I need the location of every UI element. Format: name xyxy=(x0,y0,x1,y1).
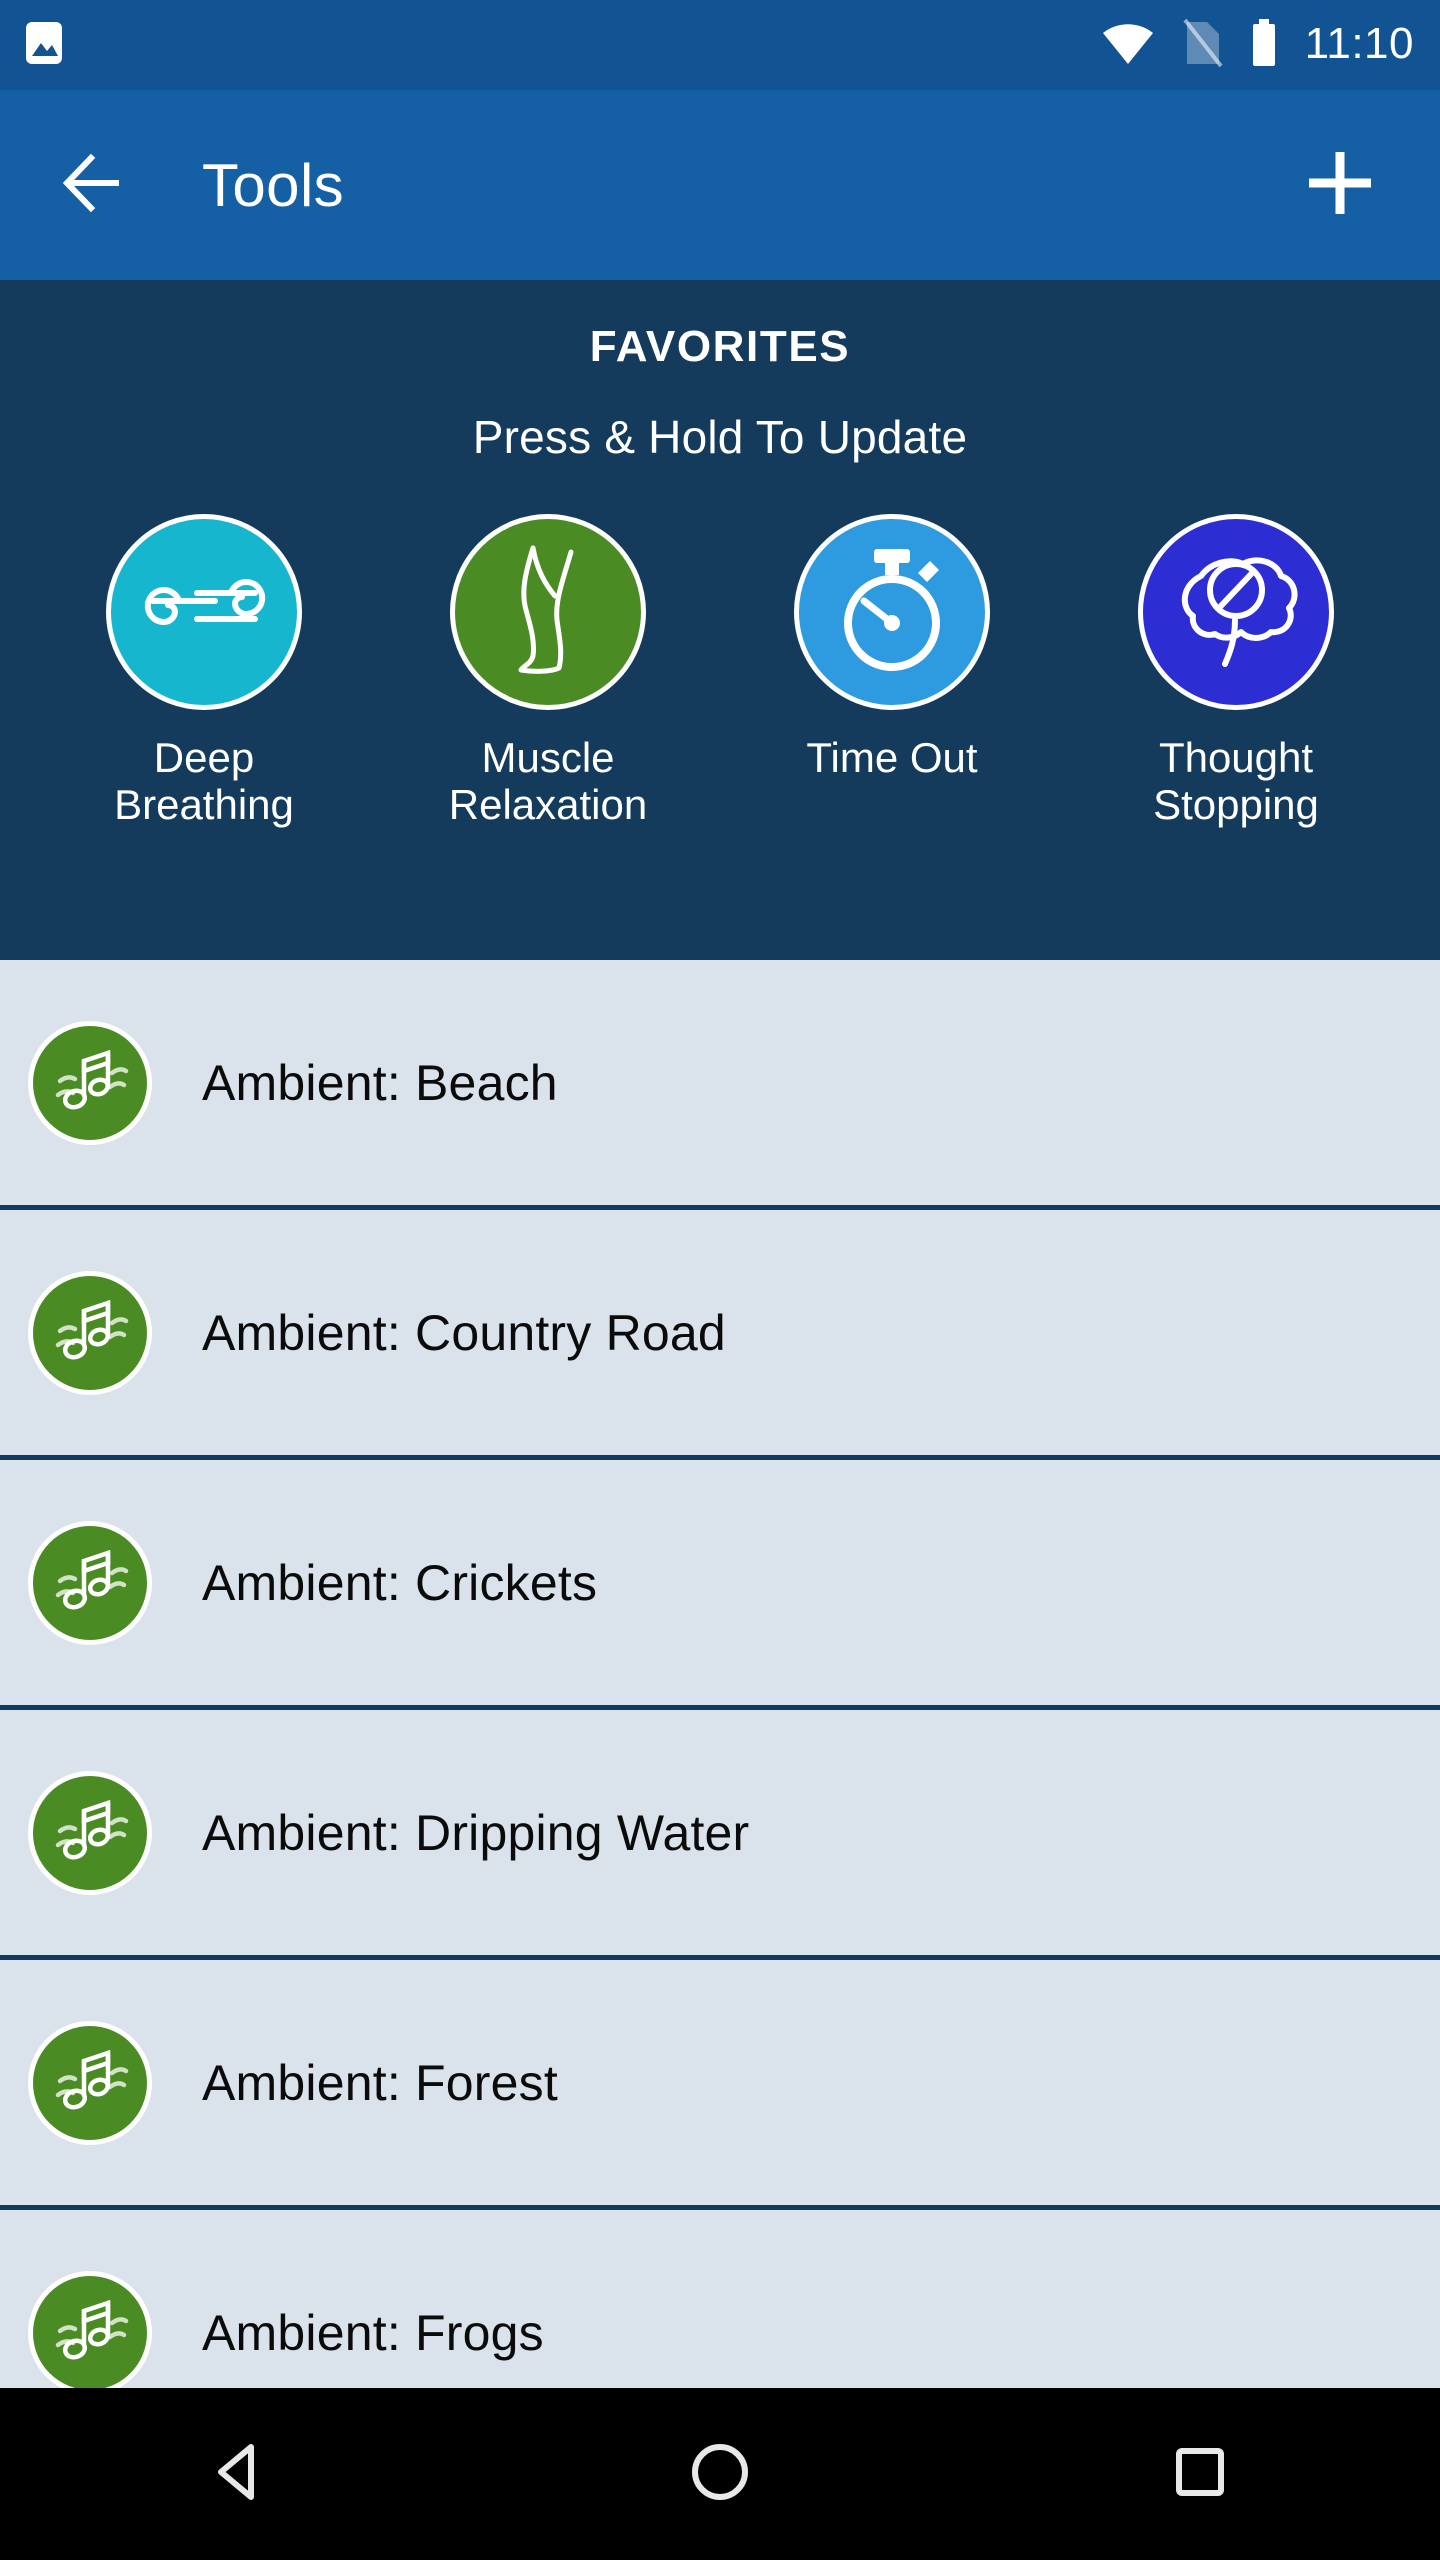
music-note-icon xyxy=(28,2020,152,2145)
list-item-label: Ambient: Dripping Water xyxy=(202,1804,750,1861)
favorite-icon-circle xyxy=(794,514,990,710)
status-bar-clock: 11:10 xyxy=(1304,18,1414,68)
status-bar: 11:10 xyxy=(0,0,1440,90)
favorites-panel: FAVORITES Press & Hold To Update Deep Br… xyxy=(0,280,1440,960)
wind-breath-icon xyxy=(139,555,269,670)
list-item-label: Ambient: Frogs xyxy=(202,2304,544,2361)
favorite-time-out[interactable]: Time Out xyxy=(720,514,1064,828)
brain-block-icon xyxy=(1165,542,1307,683)
favorites-row: Deep Breathing Muscle Relaxation Time Ou… xyxy=(0,514,1440,828)
android-navigation-bar xyxy=(0,2388,1440,2560)
music-note-icon xyxy=(28,1770,152,1895)
list-item[interactable]: Ambient: Forest xyxy=(0,1960,1440,2210)
list-item-label: Ambient: Beach xyxy=(202,1054,558,1111)
favorite-muscle-relaxation[interactable]: Muscle Relaxation xyxy=(376,514,720,828)
favorite-icon-circle xyxy=(106,514,302,710)
favorites-heading: FAVORITES xyxy=(589,322,851,371)
favorites-subheading: Press & Hold To Update xyxy=(472,411,968,463)
favorite-label: Thought Stopping xyxy=(1153,734,1319,829)
stopwatch-icon xyxy=(830,543,954,682)
music-note-icon xyxy=(28,2270,152,2395)
favorite-label: Deep Breathing xyxy=(114,734,294,829)
status-bar-indicators: 11:10 xyxy=(1101,18,1414,73)
favorite-label: Muscle Relaxation xyxy=(448,734,648,829)
nav-recents-button[interactable] xyxy=(1115,2389,1285,2559)
triangle-back-icon xyxy=(211,2441,269,2508)
list-item[interactable]: Ambient: Dripping Water xyxy=(0,1710,1440,1960)
list-item[interactable]: Ambient: Crickets xyxy=(0,1460,1440,1710)
nav-back-button[interactable] xyxy=(155,2389,325,2559)
favorite-label: Time Out xyxy=(806,734,978,781)
circle-home-icon xyxy=(689,2441,751,2508)
favorite-deep-breathing[interactable]: Deep Breathing xyxy=(32,514,376,828)
no-sim-icon xyxy=(1181,18,1223,73)
wifi-icon xyxy=(1101,20,1155,71)
favorite-icon-circle xyxy=(450,514,646,710)
list-item-label: Ambient: Forest xyxy=(202,2054,558,2111)
music-note-icon xyxy=(28,1520,152,1645)
music-note-icon xyxy=(28,1270,152,1395)
leg-icon xyxy=(493,540,603,685)
status-bar-notifications xyxy=(24,20,64,71)
list-item-label: Ambient: Country Road xyxy=(202,1304,726,1361)
music-note-icon xyxy=(28,1020,152,1145)
favorite-icon-circle xyxy=(1138,514,1334,710)
image-notification-icon xyxy=(24,20,64,71)
battery-full-icon xyxy=(1249,18,1279,73)
favorite-thought-stopping[interactable]: Thought Stopping xyxy=(1064,514,1408,828)
arrow-left-icon xyxy=(61,152,135,219)
app-screen: 11:10 Tools FAVORITES Press & Hold To Up… xyxy=(0,0,1440,2560)
list-item[interactable]: Ambient: Country Road xyxy=(0,1210,1440,1460)
add-button[interactable] xyxy=(1292,137,1388,233)
ambient-sound-list: Ambient: Beach Ambient: Country Road Amb… xyxy=(0,960,1440,2560)
page-title: Tools xyxy=(202,151,345,219)
list-item-label: Ambient: Crickets xyxy=(202,1554,598,1611)
nav-home-button[interactable] xyxy=(635,2389,805,2559)
list-item[interactable]: Ambient: Beach xyxy=(0,960,1440,1210)
plus-icon xyxy=(1303,146,1377,225)
back-button[interactable] xyxy=(50,137,146,233)
app-bar: Tools xyxy=(0,90,1440,280)
square-recents-icon xyxy=(1171,2443,1229,2506)
